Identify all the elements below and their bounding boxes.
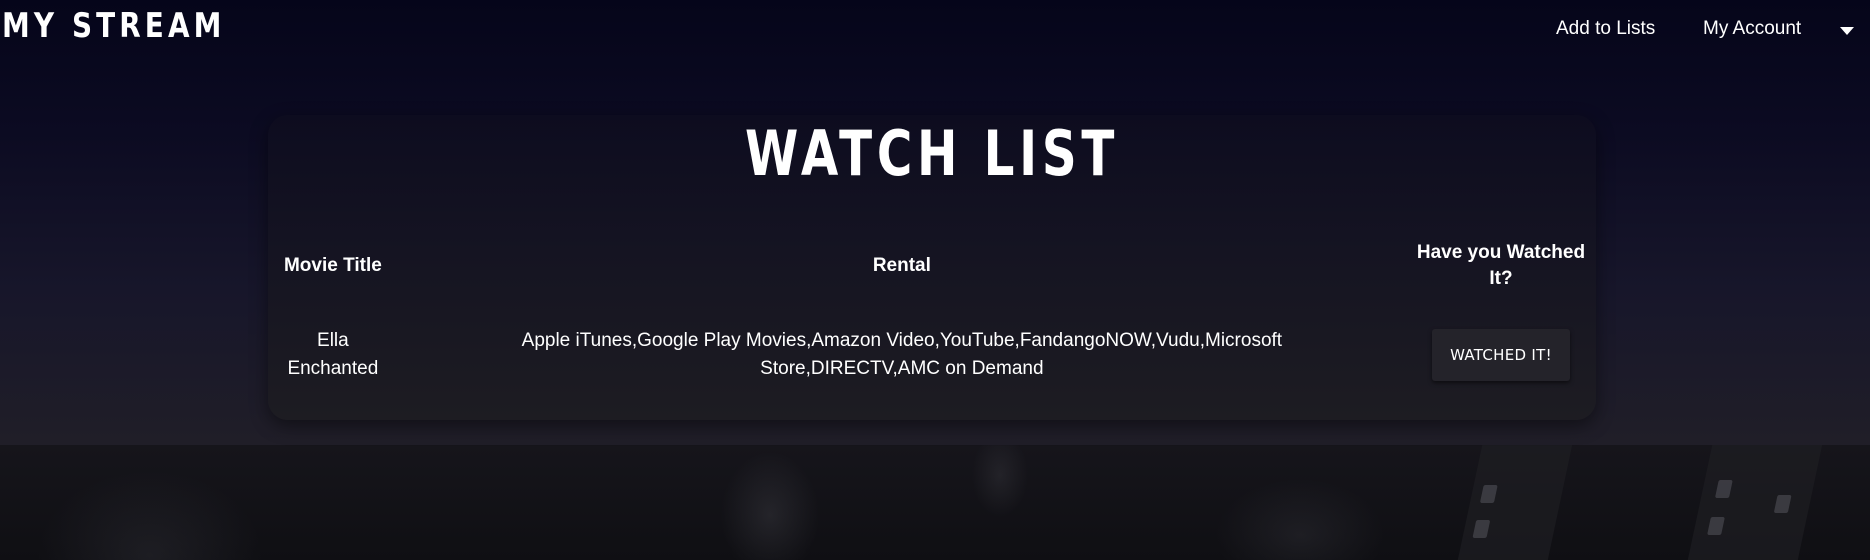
caret-down-icon[interactable] bbox=[1840, 27, 1854, 35]
column-header-movie-title: Movie Title bbox=[268, 227, 398, 305]
watch-list-card: WATCH LIST Movie Title Rental Have you W… bbox=[268, 115, 1596, 420]
top-navbar: MY STREAM Add to Lists My Account bbox=[0, 0, 1870, 62]
movie-title: Ella Enchanted bbox=[287, 330, 379, 379]
hero-background-image bbox=[0, 445, 1870, 560]
watched-cell: WATCHED IT! bbox=[1406, 305, 1596, 405]
page-title: WATCH LIST bbox=[744, 117, 1120, 190]
table-header-row: Movie Title Rental Have you Watched It? bbox=[268, 227, 1596, 305]
nav-add-to-lists-link[interactable]: Add to Lists bbox=[1556, 18, 1655, 40]
column-header-label: Rental bbox=[872, 255, 931, 276]
column-header-label: Movie Title bbox=[283, 255, 382, 276]
movie-title-cell: Ella Enchanted bbox=[268, 305, 398, 405]
brand-logo[interactable]: MY STREAM bbox=[2, 6, 225, 46]
page: MY STREAM Add to Lists My Account WATCH … bbox=[0, 0, 1870, 560]
watched-it-button[interactable]: WATCHED IT! bbox=[1432, 329, 1570, 381]
column-header-label: Have you Watched It? bbox=[1416, 242, 1586, 289]
column-header-watched: Have you Watched It? bbox=[1406, 227, 1596, 305]
nav-my-account-link[interactable]: My Account bbox=[1703, 18, 1801, 40]
watch-list-table: Movie Title Rental Have you Watched It? … bbox=[268, 227, 1596, 405]
column-header-rental: Rental bbox=[398, 227, 1406, 305]
rental-providers: Apple iTunes,Google Play Movies,Amazon V… bbox=[521, 330, 1283, 379]
rental-cell: Apple iTunes,Google Play Movies,Amazon V… bbox=[398, 305, 1406, 405]
table-row: Ella Enchanted Apple iTunes,Google Play … bbox=[268, 305, 1596, 405]
